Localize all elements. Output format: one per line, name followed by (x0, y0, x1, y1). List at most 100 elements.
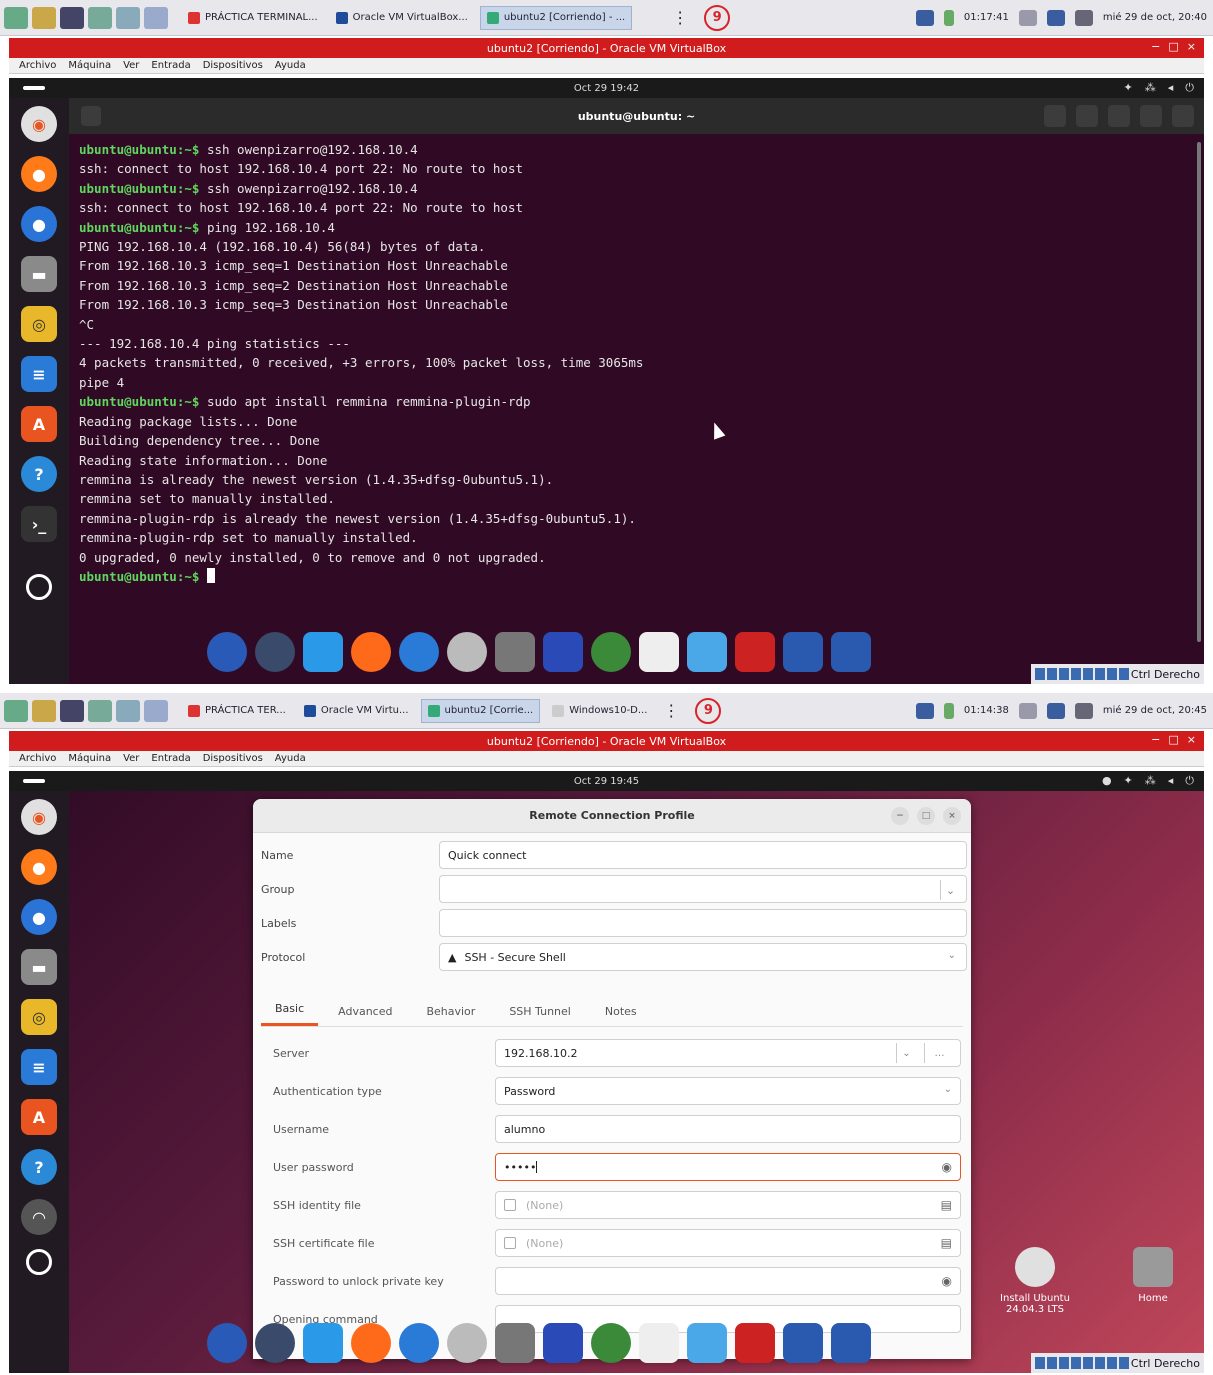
host-app-icon[interactable] (88, 6, 112, 29)
maximize-button[interactable]: □ (1168, 40, 1178, 53)
inkscape-icon[interactable] (255, 632, 295, 672)
search-icon[interactable] (1044, 105, 1066, 127)
tab-advanced[interactable]: Advanced (324, 1005, 406, 1026)
app-center-icon[interactable]: A (21, 1099, 57, 1135)
unlock-password-input[interactable]: ◉ (495, 1267, 961, 1295)
installer-icon[interactable]: ◉ (21, 106, 57, 142)
audio-icon[interactable] (1058, 1357, 1069, 1369)
network-icon[interactable] (1070, 1357, 1081, 1369)
menu-archivo[interactable]: Archivo (19, 753, 56, 764)
optical-icon[interactable] (1046, 668, 1057, 680)
new-tab-icon[interactable] (81, 106, 101, 126)
tab-behavior[interactable]: Behavior (412, 1005, 489, 1026)
tab-ssh-tunnel[interactable]: SSH Tunnel (495, 1005, 585, 1026)
hdd-icon[interactable] (1034, 668, 1045, 680)
cert-file-chooser[interactable]: (None) ▤ (495, 1229, 961, 1257)
network-icon[interactable] (915, 702, 934, 719)
host-tab-windows10[interactable]: Windows10-D... (546, 699, 653, 723)
menu-entrada[interactable]: Entrada (151, 60, 190, 71)
desktop-install-ubuntu[interactable]: Install Ubuntu 24.04.3 LTS (995, 1247, 1075, 1315)
menu-maquina[interactable]: Máquina (68, 60, 111, 71)
rhythmbox-icon[interactable]: ◎ (21, 306, 57, 342)
hdd-icon[interactable] (1034, 1357, 1045, 1369)
host-tab-practica[interactable]: PRÁCTICA TERMINAL... (182, 6, 324, 30)
maximize-icon[interactable] (1140, 105, 1162, 127)
virtualbox2-icon[interactable] (831, 632, 871, 672)
display-icon[interactable] (1106, 668, 1117, 680)
camera-icon[interactable] (495, 1323, 535, 1363)
magnifier-icon[interactable] (447, 632, 487, 672)
menu-archivo[interactable]: Archivo (19, 60, 56, 71)
minimize-button[interactable]: − (1151, 733, 1160, 746)
host-files-icon[interactable] (32, 6, 56, 29)
power-icon[interactable]: ⏻ (1185, 81, 1194, 95)
terminal-window[interactable]: ubuntu@ubuntu: ~ ubuntu@ubuntu:~$ ssh ow… (69, 98, 1204, 684)
network-icon[interactable]: ⁂ (1145, 81, 1156, 95)
camera-icon[interactable] (495, 632, 535, 672)
auth-select[interactable]: Password ⌄ (495, 1077, 961, 1105)
host-app-icon[interactable] (88, 699, 112, 722)
chevron-down-icon[interactable]: ⌄ (940, 880, 960, 900)
writer-icon[interactable]: ≡ (21, 1049, 57, 1085)
battery-icon[interactable] (943, 9, 954, 26)
volume-icon[interactable] (1074, 702, 1093, 719)
help-icon[interactable]: ? (21, 1149, 57, 1185)
name-input[interactable]: Quick connect (439, 841, 967, 869)
globe-icon[interactable] (591, 632, 631, 672)
host-app2-icon[interactable] (116, 699, 140, 722)
remmina-icon[interactable]: ◠ (21, 1199, 57, 1235)
files-icon[interactable]: ▬ (21, 256, 57, 292)
show-apps-icon[interactable] (26, 1249, 52, 1275)
thunderbird-icon[interactable] (399, 1323, 439, 1363)
host-app3-icon[interactable] (144, 699, 168, 722)
menu-ayuda[interactable]: Ayuda (275, 753, 306, 764)
notification-badge[interactable]: 9 (695, 697, 722, 724)
accessibility-icon[interactable]: ✦ (1124, 81, 1133, 95)
document-icon[interactable] (639, 632, 679, 672)
virtualbox-icon[interactable] (783, 1323, 823, 1363)
group-combo[interactable]: ⌄ (439, 875, 967, 903)
magnifier-icon[interactable] (447, 1323, 487, 1363)
shared-folder-icon[interactable] (1094, 1357, 1105, 1369)
browse-servers-button[interactable]: … (924, 1043, 954, 1063)
menu-dispositivos[interactable]: Dispositivos (203, 753, 263, 764)
host-monitor-icon[interactable] (60, 6, 84, 29)
firefox-icon[interactable]: ● (21, 156, 57, 192)
minimize-icon[interactable] (1108, 105, 1130, 127)
terminal-output[interactable]: ubuntu@ubuntu:~$ ssh owenpizarro@192.168… (69, 134, 1204, 592)
settings-icon[interactable] (207, 632, 247, 672)
globe-icon[interactable] (591, 1323, 631, 1363)
shared-folder-icon[interactable] (1094, 668, 1105, 680)
inkscape-icon[interactable] (255, 1323, 295, 1363)
folder-icon[interactable]: ▤ (941, 1236, 952, 1250)
terminal-scrollbar[interactable] (1197, 142, 1201, 642)
menu-icon[interactable] (1076, 105, 1098, 127)
virtualbox-icon[interactable] (783, 632, 823, 672)
monitor-icon[interactable] (687, 1323, 727, 1363)
virtualbox2-icon[interactable] (831, 1323, 871, 1363)
host-tab-practica[interactable]: PRÁCTICA TER... (182, 699, 292, 723)
host-tab-ubuntu2[interactable]: ubuntu2 [Corriendo] - ... (479, 5, 633, 30)
remmina-profile-window[interactable]: Remote Connection Profile − □ × Name Quick… (253, 799, 971, 1359)
app-center-icon[interactable]: A (21, 406, 57, 442)
calculator-icon[interactable] (543, 1323, 583, 1363)
activities-button[interactable] (23, 779, 45, 783)
firefox-icon[interactable] (351, 1323, 391, 1363)
monitor-icon[interactable] (687, 632, 727, 672)
show-apps-icon[interactable] (26, 574, 52, 600)
scissors-icon[interactable] (735, 1323, 775, 1363)
gnome-clock[interactable]: Oct 29 19:45 (574, 776, 639, 787)
optical-icon[interactable] (1046, 1357, 1057, 1369)
usb-icon[interactable] (1082, 1357, 1093, 1369)
record-icon[interactable] (1118, 1357, 1129, 1369)
tab-basic[interactable]: Basic (261, 1002, 319, 1026)
cloud-icon[interactable] (303, 632, 343, 672)
tab-notes[interactable]: Notes (591, 1005, 651, 1026)
usb-icon[interactable] (1082, 668, 1093, 680)
close-button[interactable]: × (1187, 40, 1196, 53)
volume-icon[interactable]: ◂ (1168, 81, 1174, 95)
minimize-icon[interactable]: − (891, 807, 909, 825)
volume-icon[interactable]: ◂ (1168, 774, 1174, 788)
host-tab-virtualbox[interactable]: Oracle VM VirtualBox... (330, 6, 474, 30)
folder-icon[interactable]: ▤ (941, 1198, 952, 1212)
